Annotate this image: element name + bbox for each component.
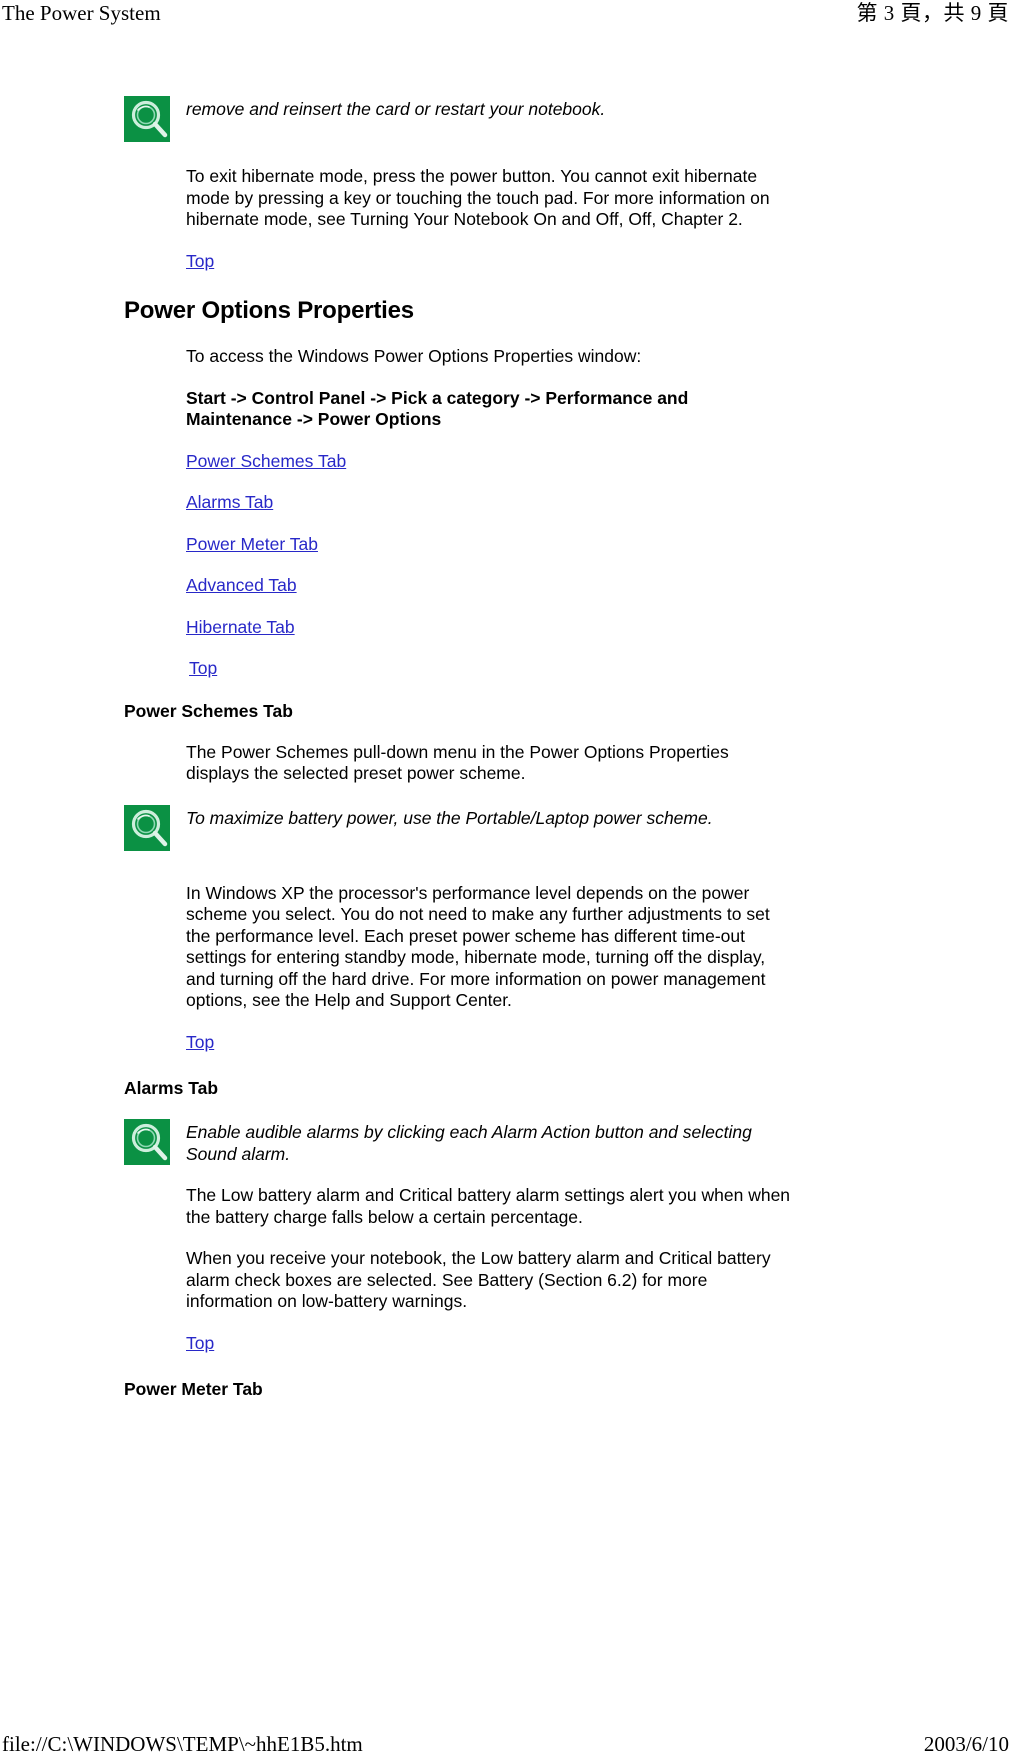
link-hibernate-tab[interactable]: Hibernate Tab — [186, 617, 295, 637]
top-link[interactable]: Top — [189, 658, 217, 678]
document-content: remove and reinsert the card or restart … — [0, 96, 1013, 1400]
link-advanced-tab[interactable]: Advanced Tab — [186, 575, 297, 595]
note-block-alarms: Enable audible alarms by clicking each A… — [124, 1119, 1013, 1165]
top-link[interactable]: Top — [186, 1032, 214, 1052]
heading-alarms-tab: Alarms Tab — [124, 1078, 219, 1098]
top-link-row-4: Top — [186, 1333, 1013, 1355]
top-link-row-3: Top — [186, 1032, 1013, 1054]
paragraph-hibernate-exit: To exit hibernate mode, press the power … — [186, 166, 770, 229]
paragraph-windows-xp-performance: In Windows XP the processor's performanc… — [186, 882, 770, 1011]
magnifier-note-icon — [124, 804, 170, 851]
paragraph-alarm-settings: The Low battery alarm and Critical batte… — [186, 1185, 791, 1227]
note-block-card: remove and reinsert the card or restart … — [124, 96, 1013, 142]
link-power-schemes-tab[interactable]: Power Schemes Tab — [186, 451, 346, 471]
link-power-meter-tab[interactable]: Power Meter Tab — [186, 534, 318, 554]
top-link-row-2: Top — [189, 658, 1013, 680]
magnifier-note-icon — [124, 96, 170, 142]
document-title: The Power System — [2, 1, 161, 25]
paragraph-access-window: To access the Windows Power Options Prop… — [186, 346, 642, 366]
print-header: The Power System 第 3 頁，共 9 頁 — [0, 0, 1013, 34]
note-block-battery: To maximize battery power, use the Porta… — [124, 804, 1013, 851]
footer-file-path: file://C:\WINDOWS\TEMP\~hhE1B5.htm — [2, 1732, 363, 1754]
tab-link-row-power-meter: Power Meter Tab — [186, 534, 1013, 556]
footer-date: 2003/6/10 — [923, 1732, 1009, 1754]
top-link-row-1: Top — [186, 251, 1013, 273]
paragraph-alarm-checkboxes: When you receive your notebook, the Low … — [186, 1248, 771, 1311]
note-text-battery: To maximize battery power, use the Porta… — [186, 807, 713, 828]
tab-link-row-advanced: Advanced Tab — [186, 575, 1013, 597]
page-indicator: 第 3 頁，共 9 頁 — [856, 1, 1009, 25]
print-footer: file://C:\WINDOWS\TEMP\~hhE1B5.htm 2003/… — [0, 1731, 1013, 1754]
note-text-card: remove and reinsert the card or restart … — [186, 99, 606, 119]
magnifier-note-icon — [124, 1119, 170, 1165]
paragraph-menu-path: Start -> Control Panel -> Pick a categor… — [186, 387, 689, 430]
note-text-alarms: Enable audible alarms by clicking each A… — [186, 1122, 752, 1164]
top-link[interactable]: Top — [186, 1333, 214, 1353]
paragraph-power-schemes: The Power Schemes pull-down menu in the … — [186, 741, 729, 784]
page-title: Power Options Properties — [124, 297, 414, 324]
link-alarms-tab[interactable]: Alarms Tab — [186, 492, 273, 512]
tab-link-row-alarms: Alarms Tab — [186, 492, 1013, 514]
tab-link-row-power-schemes: Power Schemes Tab — [186, 451, 1013, 473]
tab-link-row-hibernate: Hibernate Tab — [186, 617, 1013, 639]
heading-power-meter-tab: Power Meter Tab — [124, 1379, 263, 1399]
top-link[interactable]: Top — [186, 251, 214, 271]
heading-power-schemes-tab: Power Schemes Tab — [124, 700, 293, 721]
